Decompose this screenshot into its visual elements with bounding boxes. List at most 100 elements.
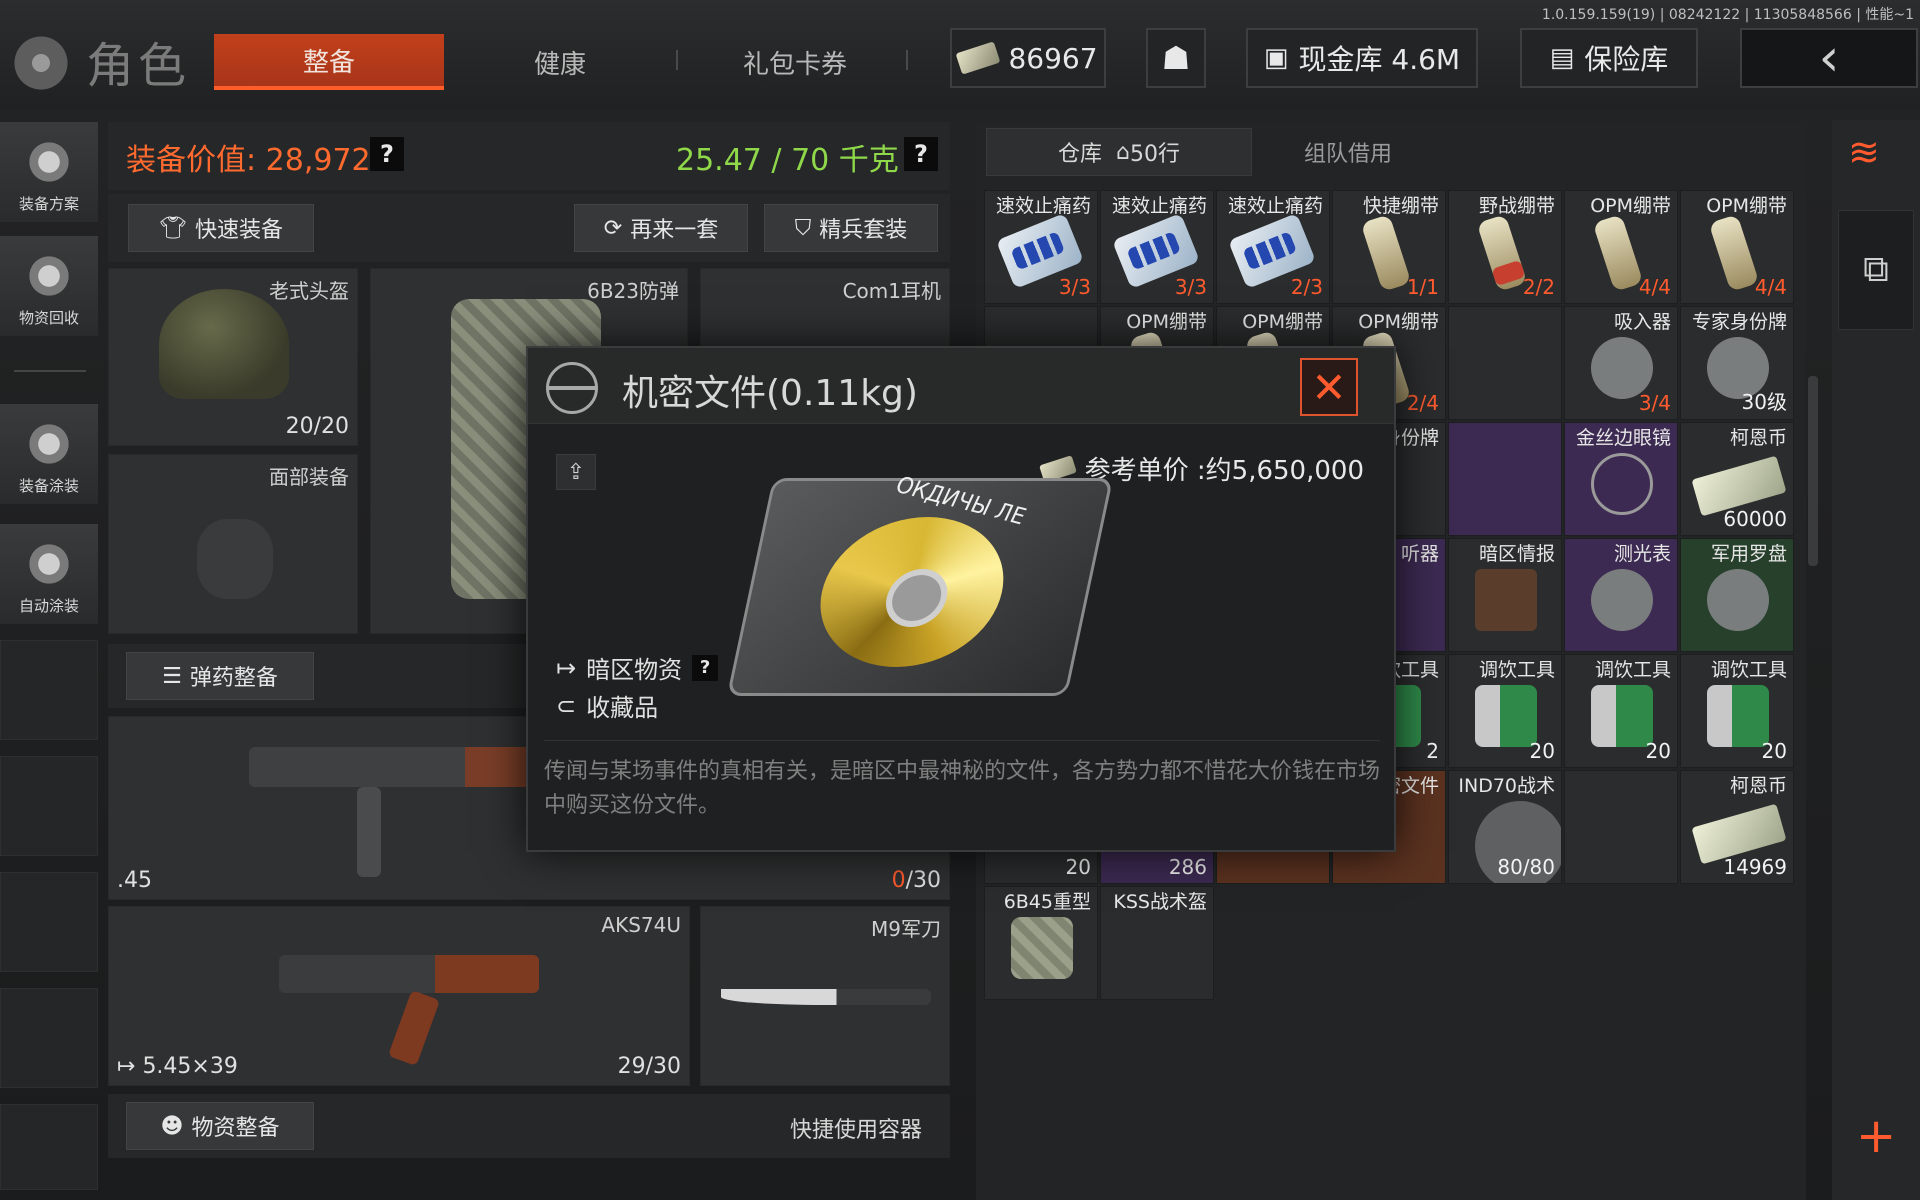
helmet-slot[interactable]: 老式头盔 20/20 [108,268,358,446]
headset-slot[interactable]: Com1耳机 [700,268,950,348]
tab-divider [906,50,908,70]
warehouse-cell[interactable]: 调饮工具 20 [1448,654,1562,768]
repeat-set-label: 再来一套 [630,218,719,243]
warehouse-cell[interactable]: OPM绷带 4/4 [1680,190,1794,304]
warehouse-cell[interactable]: KSS战术盔 [1100,886,1214,1000]
cell-item-name: 调饮工具 [1594,659,1671,681]
cell-item-name: 速效止痛药 [1111,195,1207,217]
value-help-button[interactable]: ? [370,137,404,171]
cell-item-name: 暗区情报 [1478,543,1555,565]
storage-rows: 50行 [1129,142,1180,167]
elite-set-button[interactable]: ⛉ 精兵套装 [764,204,938,252]
safe-vault-button[interactable]: ▤ 保险库 [1520,28,1698,88]
warehouse-cell[interactable]: IND70战术 80/80 [1448,770,1562,884]
warehouse-cell[interactable]: 调饮工具 20 [1564,654,1678,768]
warehouse-cell[interactable] [1448,306,1562,420]
warehouse-cell[interactable]: OPM绷带 4/4 [1564,190,1678,304]
back-button[interactable]: ‹ [1740,28,1918,88]
sidebar-item-label: 自动涂装 [18,597,79,615]
cell-item-count: 3/3 [1058,275,1091,299]
weight-help-button[interactable]: ? [904,137,938,171]
warehouse-cell[interactable]: 柯恩币 60000 [1680,422,1794,536]
tab-health[interactable]: 健康 [460,34,660,90]
cell-item-name: IND70战术 [1458,775,1555,797]
secondary-name: AKS74U [601,913,681,937]
cell-item-count: 4/4 [1638,275,1671,299]
warehouse-cell[interactable]: 军用罗盘 [1680,538,1794,652]
warehouse-cell[interactable]: 柯恩币 14969 [1680,770,1794,884]
warehouse-cell[interactable]: 速效止痛药 3/3 [1100,190,1214,304]
helmet-plan-icon [24,137,74,187]
cell-item-name: 野战绷带 [1478,195,1555,217]
supply-prepare-label: 物资整备 [191,1116,280,1141]
warehouse-cell[interactable]: 吸入器 3/4 [1564,306,1678,420]
repeat-set-button[interactable]: ⟳ 再来一套 [574,204,748,252]
currency-display[interactable]: 86967 [950,28,1106,88]
face-slot[interactable]: 面部装备 [108,454,358,634]
share-button[interactable]: ⇪ [556,454,596,490]
sidebar-item-skins[interactable]: 装备涂装 [0,404,98,504]
cell-item-count: 20 [1065,855,1091,879]
item-description: 传闻与某场事件的真相有关，是暗区中最神秘的文件，各方势力都不惜花大价钱在市场中购… [544,740,1380,836]
warehouse-scrollbar[interactable] [1808,376,1818,566]
cell-item-count: 20 [1645,739,1671,763]
tab-prepare[interactable]: 整备 [214,34,444,90]
warehouse-cell[interactable]: 速效止痛药 3/3 [984,190,1098,304]
stack-sort-icon[interactable]: ≋ [1848,130,1880,174]
warehouse-cell[interactable] [1448,422,1562,536]
tools-icon [1475,685,1537,747]
quick-container-label[interactable]: 快捷使用容器 [790,1112,922,1144]
recycle-icon [24,251,74,301]
warehouse-cell[interactable]: 暗区情报 [1448,538,1562,652]
cell-item-name: 金丝边眼镜 [1575,427,1671,449]
version-text: 1.0.159.159(19) | 08242122 | 11305848566… [1541,7,1914,23]
tag-collectible-label: 收藏品 [586,694,659,722]
cell-item-name: 柯恩币 [1729,427,1787,449]
tab-team-borrow[interactable]: 组队借用 [1258,128,1438,176]
warehouse-cell[interactable] [1564,770,1678,884]
cell-item-name: 调饮工具 [1710,659,1787,681]
tag-help-button[interactable]: ? [692,654,719,681]
close-button[interactable]: ✕ [1300,358,1358,416]
tab-storage[interactable]: 仓库 ⌂ 50行 [986,128,1252,176]
secondary-ammo-text: 5.45×39 [142,1054,238,1079]
warehouse-cell[interactable]: 野战绷带 2/2 [1448,190,1562,304]
cell-item-count: 2/4 [1406,391,1439,415]
tag-darkzone-label: 暗区物资 [586,656,683,684]
round-icon [1707,569,1769,631]
sidebar-item-auto-skin[interactable]: 自动涂装 [0,524,98,624]
warehouse-cell[interactable]: 专家身份牌 30级 [1680,306,1794,420]
cell-item-name: OPM绷带 [1358,311,1439,333]
warehouse-cell[interactable]: 测光表 [1564,538,1678,652]
paint-helmet-icon [24,419,74,469]
warehouse-cell[interactable]: 调饮工具 20 [1680,654,1794,768]
supply-prepare-button[interactable]: ☻ 物资整备 [126,1102,314,1150]
cell-item-name: 测光表 [1613,543,1671,565]
warehouse-cell[interactable]: 速效止痛药 2/3 [1216,190,1330,304]
cash-vault-button[interactable]: ▣ 现金库 4.6M [1246,28,1478,88]
secondary-weapon-slot[interactable]: AKS74U ↦ 5.45×39 29/30 [108,906,690,1086]
helmet-icon [159,289,289,399]
add-icon[interactable]: + [1856,1108,1896,1164]
melee-slot[interactable]: M9军刀 [700,906,950,1086]
cell-item-name: 快捷绷带 [1362,195,1439,217]
agent-button[interactable]: ☗ [1146,28,1206,88]
bandage-icon [1476,214,1528,292]
cell-item-count: 20 [1529,739,1555,763]
cell-item-name: 6B45重型 [1003,891,1091,913]
bandage-icon [1360,214,1412,292]
rifle-icon [279,955,539,993]
cell-item-name: OPM绷带 [1706,195,1787,217]
sidebar-item-recycle[interactable]: 物资回收 [0,236,98,336]
warehouse-cell[interactable]: 6B45重型 [984,886,1098,1000]
sidebar-item-loadout-plan[interactable]: 装备方案 [0,122,98,222]
item-detail-modal: 机密文件(0.11kg) ✕ ⇪ 参考单价 :约5,650,000 ОКДИЧЫ… [526,346,1396,852]
warehouse-cell[interactable]: 快捷绷带 1/1 [1332,190,1446,304]
app-root: 1.0.159.159(19) | 08242122 | 11305848566… [0,0,1920,1200]
ammo-prepare-button[interactable]: ☰ 弹药整备 [126,652,314,700]
secondary-ammo-count: 29/30 [617,1054,681,1079]
warehouse-cell[interactable]: 金丝边眼镜 [1564,422,1678,536]
tab-giftpacks[interactable]: 礼包卡券 [690,34,900,90]
layers-download-icon[interactable]: ⧉ [1838,210,1914,330]
quick-equip-button[interactable]: 👕︎ 快速装备 [128,204,314,252]
